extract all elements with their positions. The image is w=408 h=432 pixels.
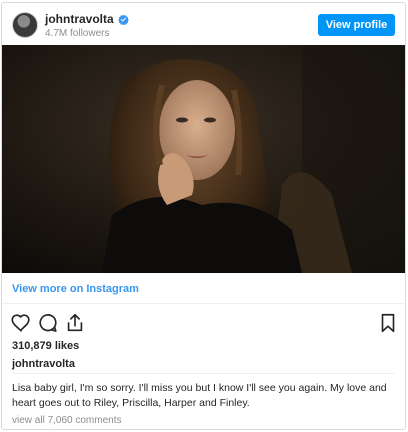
heart-icon[interactable] bbox=[10, 312, 32, 334]
divider bbox=[12, 373, 395, 374]
share-icon[interactable] bbox=[64, 312, 86, 334]
caption-author[interactable]: johntravolta bbox=[12, 358, 75, 370]
view-profile-button[interactable]: View profile bbox=[318, 14, 395, 36]
view-more-link[interactable]: View more on Instagram bbox=[12, 283, 139, 295]
username-row: johntravolta bbox=[45, 12, 129, 26]
verified-badge-icon bbox=[117, 14, 129, 25]
post-caption: Lisa baby girl, I'm so sorry. I'll miss … bbox=[12, 382, 387, 409]
action-bar bbox=[2, 308, 405, 338]
follower-count: 4.7M followers bbox=[45, 28, 110, 39]
comment-icon[interactable] bbox=[37, 312, 59, 334]
instagram-embed-card: johntravolta 4.7M followers View profile bbox=[1, 2, 406, 430]
post-photo[interactable] bbox=[2, 45, 405, 273]
post-header: johntravolta 4.7M followers View profile bbox=[2, 3, 405, 45]
avatar[interactable] bbox=[12, 12, 38, 38]
view-more-bar: View more on Instagram bbox=[2, 273, 405, 304]
user-block: johntravolta 4.7M followers bbox=[45, 12, 129, 39]
like-count[interactable]: 310,879 likes bbox=[12, 340, 79, 352]
view-comments-link[interactable]: view all 7,060 comments bbox=[12, 415, 122, 426]
post-photo-image bbox=[2, 45, 405, 273]
bookmark-icon[interactable] bbox=[377, 312, 399, 334]
username[interactable]: johntravolta bbox=[45, 12, 114, 26]
